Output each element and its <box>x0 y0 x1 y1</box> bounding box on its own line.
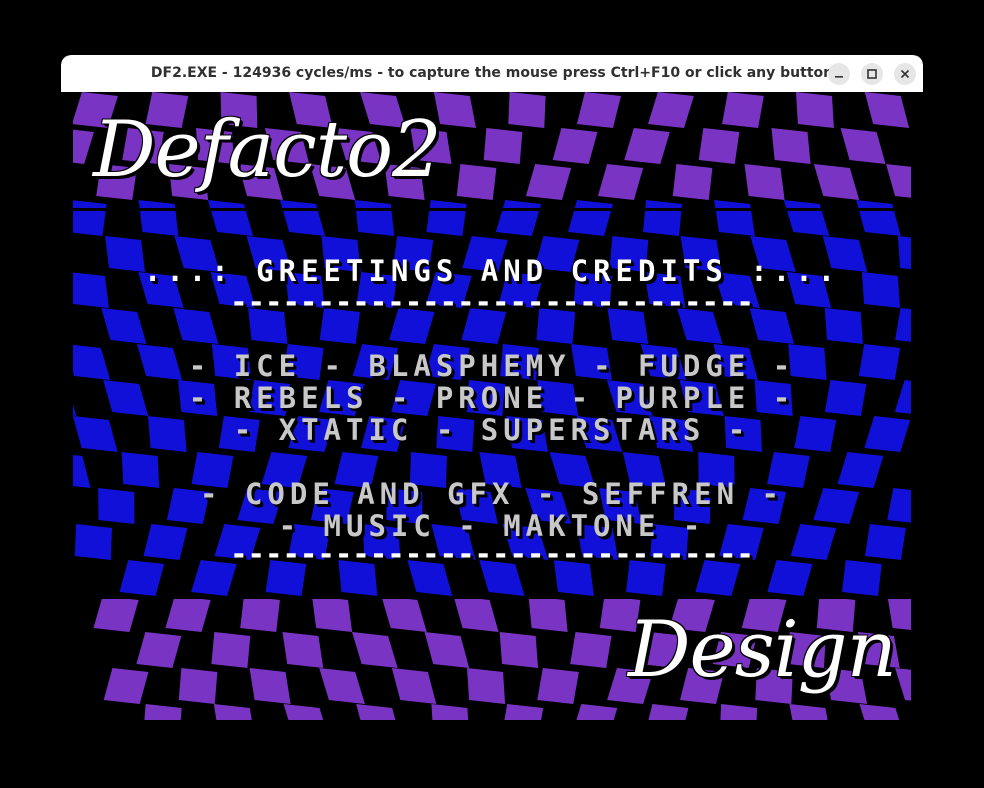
checker-tile <box>504 704 544 720</box>
checker-tile <box>568 200 614 236</box>
checker-tile <box>771 128 811 164</box>
checker-tile <box>381 596 427 632</box>
checker-tile <box>240 596 280 632</box>
checker-tile <box>93 596 139 632</box>
checker-tile <box>552 128 598 164</box>
greetings-heading: ...: GREETINGS AND CREDITS :... <box>143 254 841 288</box>
checker-tile <box>211 632 251 668</box>
checker-tile <box>73 200 107 236</box>
checker-tile <box>624 128 670 164</box>
checker-tile <box>138 200 179 236</box>
checker-tile <box>508 92 546 128</box>
maximize-button[interactable] <box>861 63 883 85</box>
checker-tile <box>813 164 860 200</box>
title-bar[interactable]: DF2.EXE - 124936 cycles/ms - to capture … <box>61 55 923 92</box>
checker-tile <box>453 596 499 632</box>
greetings-line-2: - REBELS - PRONE - PURPLE - <box>188 381 796 415</box>
dos-screen-area[interactable]: Defacto2 ...: GREETINGS AND CREDITS :...… <box>61 92 923 735</box>
checker-tile <box>886 164 911 198</box>
greetings-line-1: - ICE - BLASPHEMY - FUDGE - <box>188 349 796 383</box>
divider-bottom: ------------------------------ <box>230 537 754 571</box>
design-logo: Design <box>628 605 897 695</box>
checker-tile <box>249 668 291 704</box>
checker-tile <box>643 200 683 236</box>
checker-tile <box>178 668 218 704</box>
checker-tile <box>720 704 758 720</box>
checker-tile <box>391 668 437 704</box>
checker-tile <box>456 164 497 200</box>
band-separator <box>73 596 911 599</box>
checker-tile <box>537 668 579 704</box>
checker-tile <box>895 668 911 701</box>
checker-tile <box>354 200 395 236</box>
credits-line-1: - CODE AND GFX - SEFFREN - <box>200 477 784 511</box>
checker-tile <box>352 632 398 668</box>
checker-tile <box>73 129 94 164</box>
demo-screen: Defacto2 ...: GREETINGS AND CREDITS :...… <box>73 92 911 720</box>
checker-tile <box>283 704 324 720</box>
checker-tile <box>319 668 365 704</box>
maximize-icon <box>867 69 877 79</box>
checker-tile <box>789 704 828 720</box>
window-title: DF2.EXE - 124936 cycles/ms - to capture … <box>150 65 834 81</box>
checker-tile <box>282 632 324 668</box>
checker-tile <box>864 92 910 128</box>
band-separator <box>73 208 911 211</box>
checker-tile <box>279 200 326 236</box>
checker-tile <box>495 200 542 236</box>
checker-tile <box>424 632 470 668</box>
checker-tile <box>714 200 755 236</box>
checker-tile <box>431 704 469 720</box>
checker-tile <box>136 632 182 668</box>
divider-top: ------------------------------ <box>230 285 754 319</box>
checker-tile <box>144 704 182 720</box>
checker-tile <box>426 200 467 236</box>
checker-tile <box>796 92 834 128</box>
close-icon <box>900 69 910 79</box>
checker-tile <box>103 668 149 704</box>
checker-tile <box>356 704 396 720</box>
checker-tile <box>856 200 901 236</box>
checker-tile <box>744 164 785 200</box>
checker-tile <box>672 164 713 200</box>
minimize-button[interactable] <box>828 63 850 85</box>
checker-tile <box>859 704 900 720</box>
checker-tile <box>528 596 568 632</box>
checker-tile <box>570 632 612 668</box>
checker-tile <box>483 128 523 164</box>
checker-tile <box>165 596 211 632</box>
checker-tile <box>576 704 618 720</box>
checker-tile <box>698 128 740 164</box>
checker-tile <box>722 92 764 128</box>
checker-tile <box>525 164 572 200</box>
close-button[interactable] <box>894 63 916 85</box>
checker-tile <box>648 704 689 720</box>
greetings-line-3: - XTATIC - SUPERSTARS - <box>233 413 751 447</box>
checker-tile <box>576 92 621 128</box>
checker-tile <box>499 632 539 668</box>
checker-tile <box>207 200 254 236</box>
checker-tile <box>312 596 353 632</box>
checker-tile <box>213 704 252 720</box>
checker-tile <box>783 200 830 236</box>
minimize-icon <box>835 76 843 78</box>
checker-tile <box>840 128 886 164</box>
checker-tile <box>597 164 644 200</box>
defacto2-logo: Defacto2 <box>93 105 442 195</box>
checker-tile <box>648 92 694 128</box>
dosbox-window: DF2.EXE - 124936 cycles/ms - to capture … <box>61 55 923 735</box>
checker-tile <box>467 668 506 704</box>
